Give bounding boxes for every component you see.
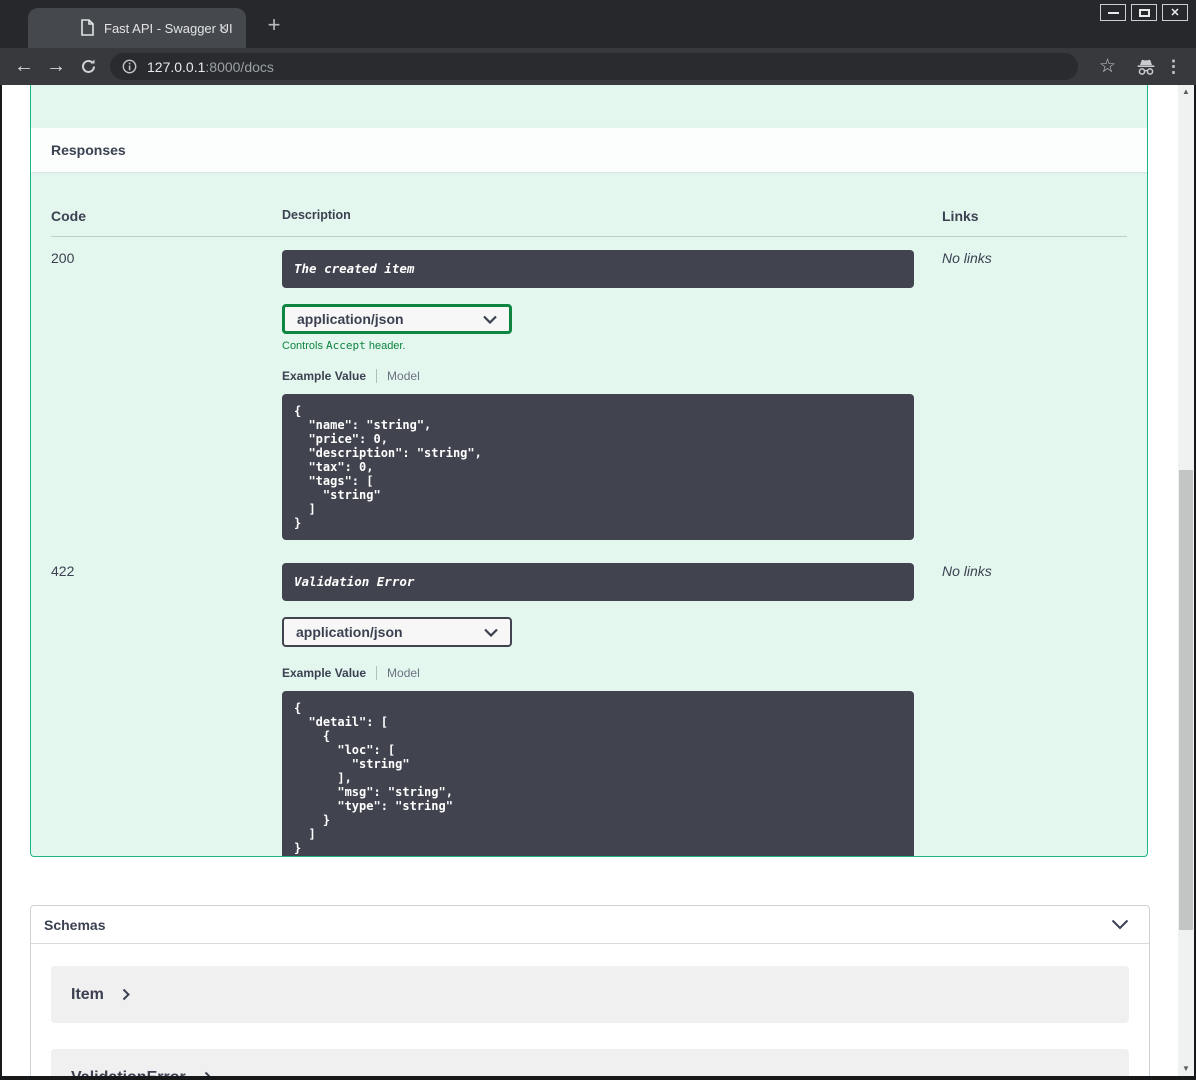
model-name: ValidationError [71, 1069, 186, 1077]
media-type-select[interactable]: application/json [282, 617, 512, 647]
new-tab-button[interactable]: + [260, 12, 288, 40]
response-code: 200 [51, 250, 75, 266]
url-address-bar[interactable]: 127.0.0.1:8000/docs [110, 53, 1078, 80]
response-description: The created item [282, 250, 914, 288]
opblock-post: Responses Code Description Links 200 The… [30, 85, 1148, 857]
schemas-section: Schemas Item ValidationError [30, 905, 1150, 1076]
media-type-select[interactable]: application/json [282, 304, 512, 334]
tab-model[interactable]: Model [387, 666, 420, 680]
links-value: No links [942, 250, 992, 266]
url-host: 127.0.0.1 [147, 58, 206, 75]
example-json-200: { "name": "string", "price": 0, "descrip… [282, 394, 914, 540]
response-row-200: 200 The created item application/json Co… [51, 237, 1127, 540]
bookmark-star-icon[interactable]: ☆ [1099, 48, 1116, 85]
responses-section-header: Responses [31, 128, 1147, 172]
response-description: Validation Error [282, 563, 914, 601]
tab-model[interactable]: Model [387, 369, 420, 383]
model-card-item[interactable]: Item [51, 966, 1129, 1023]
back-button[interactable]: ← [10, 48, 38, 85]
page-scrollbar[interactable]: ▲ ▼ [1178, 85, 1194, 1076]
scrollbar-thumb[interactable] [1179, 470, 1193, 930]
browser-window: Fast API - Swagger UI ✕ + ✕ ← → 127.0.0.… [0, 0, 1196, 1080]
accept-header-note: Controls Accept header. [282, 339, 406, 352]
swagger-page: Responses Code Description Links 200 The… [2, 85, 1194, 1076]
links-value: No links [942, 563, 992, 579]
schemas-header[interactable]: Schemas [31, 906, 1149, 944]
scroll-up-icon[interactable]: ▲ [1178, 85, 1194, 99]
window-minimize-button[interactable] [1100, 4, 1126, 21]
window-close-button[interactable]: ✕ [1162, 4, 1188, 21]
page-favicon-icon [80, 19, 95, 36]
incognito-icon[interactable] [1136, 48, 1156, 85]
col-header-links: Links [942, 208, 979, 224]
responses-table: Code Description Links 200 The created i… [31, 172, 1147, 856]
tab-close-icon[interactable]: ✕ [214, 19, 232, 37]
model-card-validationerror[interactable]: ValidationError [51, 1049, 1129, 1076]
window-maximize-button[interactable] [1131, 4, 1157, 21]
tab-example-value[interactable]: Example Value [282, 666, 366, 680]
scroll-down-icon[interactable]: ▼ [1178, 1062, 1194, 1076]
response-code: 422 [51, 563, 75, 579]
schemas-title: Schemas [44, 916, 106, 933]
chevron-right-icon [122, 988, 130, 1001]
window-border [0, 1076, 1196, 1080]
browser-tab[interactable]: Fast API - Swagger UI ✕ [28, 8, 246, 48]
site-info-icon[interactable] [122, 59, 137, 74]
responses-title: Responses [51, 142, 126, 158]
tab-example-value[interactable]: Example Value [282, 369, 366, 383]
browser-menu-icon[interactable]: ⋮ [1165, 48, 1182, 85]
model-name: Item [71, 985, 104, 1003]
chevron-down-icon [483, 315, 497, 324]
chevron-down-icon [1111, 919, 1129, 930]
col-header-code: Code [51, 208, 86, 224]
forward-button[interactable]: → [42, 48, 70, 85]
col-header-description: Description [282, 208, 351, 222]
reload-button[interactable] [74, 48, 102, 85]
example-json-422: { "detail": [ { "loc": [ "string" ], "ms… [282, 691, 914, 856]
titlebar: Fast API - Swagger UI ✕ + ✕ [0, 0, 1196, 48]
response-row-422: 422 Validation Error application/json Ex… [51, 550, 1127, 856]
url-path: :8000/docs [205, 58, 274, 75]
chevron-down-icon [484, 628, 498, 637]
